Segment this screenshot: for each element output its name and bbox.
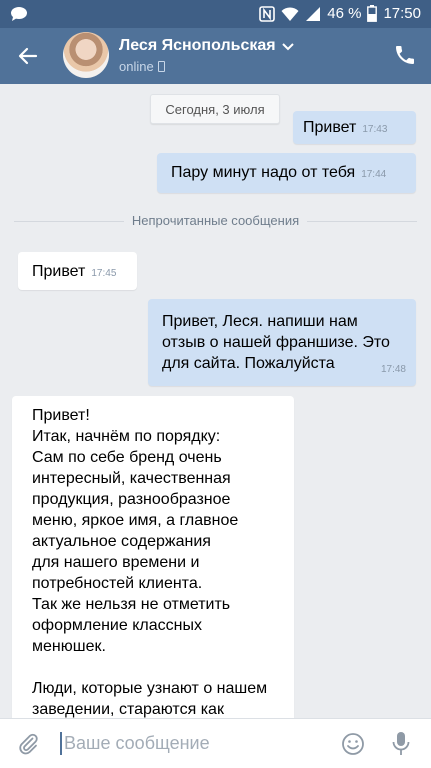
mobile-phone-icon	[157, 61, 165, 72]
date-separator: Сегодня, 3 июля	[150, 94, 280, 124]
battery-icon	[367, 5, 378, 22]
message-text: Пару минут надо от тебя	[171, 164, 356, 181]
attach-icon[interactable]	[16, 732, 40, 756]
message-outgoing[interactable]: Пару минут надо от тебя 17:44	[157, 153, 416, 193]
message-time: 17:45	[91, 268, 117, 279]
unread-separator-label: Непрочитанные сообщения	[123, 213, 308, 228]
text-cursor	[60, 732, 62, 755]
message-outgoing[interactable]: Привет, Леся. напиши нам отзыв о нашей ф…	[148, 299, 416, 386]
signal-icon	[306, 6, 321, 21]
presence-text: online	[119, 59, 154, 74]
chat-bubble-icon	[11, 7, 27, 21]
call-icon[interactable]	[393, 43, 417, 67]
message-text: Привет! Итак, начнём по порядку: Сам по …	[32, 407, 268, 718]
message-outgoing[interactable]: Привет 17:43	[293, 111, 416, 144]
nfc-icon	[259, 5, 276, 22]
status-bar: 46 % 17:50	[0, 0, 431, 28]
message-text: Привет	[32, 263, 86, 280]
message-incoming[interactable]: Привет! Итак, начнём по порядку: Сам по …	[12, 396, 294, 726]
presence-status: online	[119, 59, 165, 74]
message-composer: Ваше сообщение	[0, 718, 431, 768]
message-text: Привет, Леся. напиши нам отзыв о нашей ф…	[162, 313, 390, 372]
message-time: 17:48	[380, 364, 406, 375]
battery-percent: 46 %	[327, 5, 362, 22]
back-arrow-icon[interactable]	[16, 44, 40, 68]
chevron-down-icon[interactable]	[282, 42, 294, 52]
avatar[interactable]	[63, 32, 109, 78]
message-time: 17:44	[361, 169, 387, 180]
chat-header: Леся Яснопольская online	[0, 28, 431, 84]
emoji-icon[interactable]	[341, 732, 365, 756]
wifi-icon	[281, 6, 299, 21]
contact-name[interactable]: Леся Яснопольская	[119, 37, 276, 55]
message-text: Привет	[303, 119, 357, 136]
message-input[interactable]: Ваше сообщение	[64, 733, 210, 754]
message-time: 17:43	[362, 124, 388, 135]
clock: 17:50	[383, 5, 421, 22]
message-incoming[interactable]: Привет 17:45	[18, 252, 137, 290]
microphone-icon[interactable]	[391, 731, 411, 757]
unread-separator: Непрочитанные сообщения	[0, 213, 431, 229]
